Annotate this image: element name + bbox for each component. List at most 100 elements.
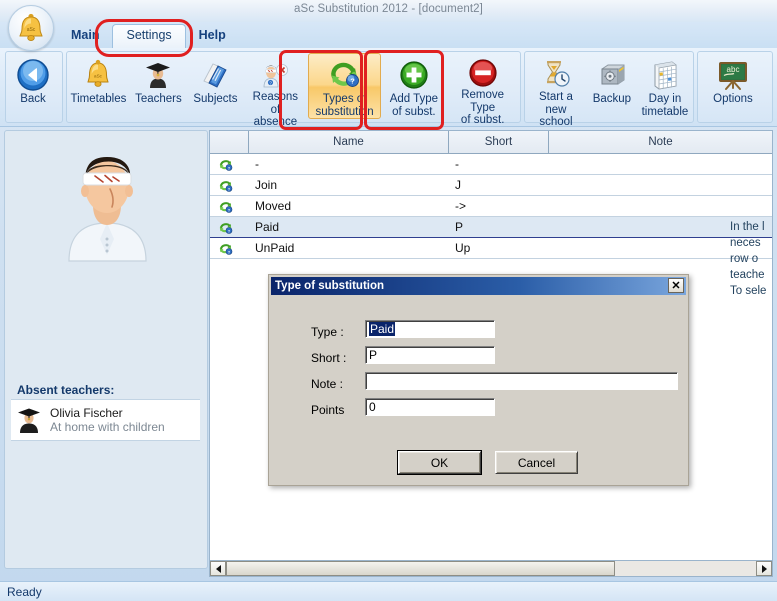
day-in-timetable-button[interactable]: Day in timetable <box>638 53 692 119</box>
substitution-type-icon: ? <box>219 222 233 234</box>
absent-teacher-name: Olivia Fischer <box>50 406 123 420</box>
back-button[interactable]: Back <box>7 53 59 119</box>
type-input[interactable]: Paid <box>365 320 495 338</box>
books-icon <box>199 58 231 92</box>
green-refresh-icon: ? <box>328 58 362 92</box>
teachers-button[interactable]: Teachers <box>131 53 186 119</box>
menu-item-main[interactable]: Main <box>58 24 112 48</box>
menu-item-settings[interactable]: Settings <box>112 24 186 49</box>
types-of-substitution-button[interactable]: ? Types of substitution <box>307 53 382 119</box>
app-logo-bell-icon[interactable]: aSc <box>8 5 54 51</box>
injured-teacher-illustration <box>55 143 160 266</box>
safe-box-icon <box>596 58 628 92</box>
scrollbar-track[interactable] <box>226 561 756 576</box>
graduate-icon <box>142 58 174 92</box>
backup-button[interactable]: Backup <box>588 53 636 119</box>
row-note-cell <box>549 175 772 195</box>
bell-icon: aSc <box>83 58 113 92</box>
svg-text:?: ? <box>350 77 355 86</box>
points-field-label: Points <box>311 403 345 417</box>
add-type-of-subst-button-label: Add Type of subst. <box>389 93 439 118</box>
help-line: To sele <box>730 285 767 297</box>
back-arrow-icon <box>16 58 50 92</box>
grid-help-text: In the l neces row o teache To sele <box>730 219 772 299</box>
cancel-button[interactable]: Cancel <box>495 451 578 474</box>
type-field-label: Type : <box>311 325 344 339</box>
row-type-icon-cell: ? <box>210 196 249 216</box>
main-menu: Main Settings Help <box>58 22 239 49</box>
note-input[interactable] <box>365 372 678 390</box>
row-name-cell: Join <box>255 178 278 192</box>
remove-type-of-subst-button[interactable]: Remove Type of subst. <box>446 53 519 126</box>
table-row[interactable]: ? UnPaid Up <box>210 238 772 259</box>
add-type-of-subst-button[interactable]: Add Type of subst. <box>383 53 444 119</box>
dialog-title-bar[interactable]: Type of substitution ✕ <box>271 277 686 295</box>
bell-icon: aSc <box>19 13 43 41</box>
options-button-label: Options <box>713 93 753 105</box>
ok-button[interactable]: OK <box>397 450 482 475</box>
back-button-label: Back <box>20 93 46 105</box>
title-bar: aSc Substitution 2012 - [document2] <box>0 0 777 22</box>
table-row[interactable]: ? - - <box>210 154 772 175</box>
grid-header-icon-column[interactable] <box>210 131 249 153</box>
subjects-button[interactable]: Subjects <box>188 53 243 119</box>
menu-item-help[interactable]: Help <box>186 24 239 48</box>
points-input[interactable]: 0 <box>365 398 495 416</box>
svg-text:?: ? <box>270 80 273 85</box>
status-bar: Ready <box>0 581 777 601</box>
options-button[interactable]: abc Options <box>699 53 767 119</box>
type-input-value: Paid <box>369 322 396 336</box>
horizontal-scrollbar[interactable] <box>209 560 773 577</box>
help-line: teache <box>730 269 765 281</box>
start-new-school-year-button[interactable]: Start a new school year <box>526 53 586 141</box>
grid-header-name[interactable]: Name <box>249 131 449 153</box>
sick-person-icon: ? <box>259 58 291 90</box>
row-short-cell: P <box>455 220 464 234</box>
list-item[interactable]: Olivia Fischer At home with children <box>11 400 200 440</box>
row-type-icon-cell: ? <box>210 154 249 174</box>
subjects-button-label: Subjects <box>193 93 238 105</box>
grid-header-note[interactable]: Note <box>549 131 772 153</box>
arrow-left-icon <box>215 564 221 573</box>
points-input-value: 0 <box>369 400 376 414</box>
svg-text:abc: abc <box>727 65 740 74</box>
substitution-type-icon: ? <box>219 243 233 255</box>
row-type-icon-cell: ? <box>210 238 249 258</box>
window-title: aSc Substitution 2012 - [document2] <box>294 3 483 15</box>
scrollbar-thumb[interactable] <box>226 561 615 576</box>
close-icon[interactable]: ✕ <box>668 278 684 293</box>
row-short-cell: -> <box>455 199 467 213</box>
absent-teachers-heading: Absent teachers: <box>17 383 115 397</box>
short-input-value: P <box>369 348 378 362</box>
scroll-left-button[interactable] <box>210 561 226 576</box>
remove-type-of-subst-button-label: Remove Type of subst. <box>460 89 505 126</box>
row-name-cell: - <box>255 157 259 171</box>
scroll-right-button[interactable] <box>756 561 772 576</box>
ribbon-group-maintenance: Start a new school year Backup <box>524 51 694 141</box>
chalkboard-abc-icon: abc <box>715 58 751 92</box>
row-short-cell: - <box>455 157 459 171</box>
ribbon-group-settings: aSc Timetables Teachers Subjects ? Reaso… <box>66 51 521 128</box>
reasons-of-absence-button-label: Reasons of absence <box>252 91 299 128</box>
left-sidebar: Absent teachers: Olivia Fischer At home … <box>4 130 208 569</box>
substitution-type-icon: ? <box>219 180 233 192</box>
help-line: row o <box>730 253 759 265</box>
row-name-cell: Moved <box>255 199 292 213</box>
table-row[interactable]: ? Join J <box>210 175 772 196</box>
application-window: aSc Substitution 2012 - [document2] aSc … <box>0 0 777 601</box>
svg-text:aSc: aSc <box>27 27 36 33</box>
timetables-button[interactable]: aSc Timetables <box>68 53 129 119</box>
short-input[interactable]: P <box>365 346 495 364</box>
reasons-of-absence-button[interactable]: ? Reasons of absence <box>245 53 306 128</box>
note-field-label: Note : <box>311 377 344 391</box>
green-plus-icon <box>399 58 429 92</box>
calendar-grid-icon <box>650 58 680 92</box>
grid-header-short[interactable]: Short <box>449 131 549 153</box>
table-row[interactable]: ? Paid P <box>210 217 772 238</box>
status-text: Ready <box>7 585 42 599</box>
svg-text:aSc: aSc <box>94 74 103 79</box>
table-row[interactable]: ? Moved -> <box>210 196 772 217</box>
row-note-cell <box>549 196 772 216</box>
help-line: In the l <box>730 221 765 233</box>
absent-teachers-list: Olivia Fischer At home with children <box>11 399 200 441</box>
